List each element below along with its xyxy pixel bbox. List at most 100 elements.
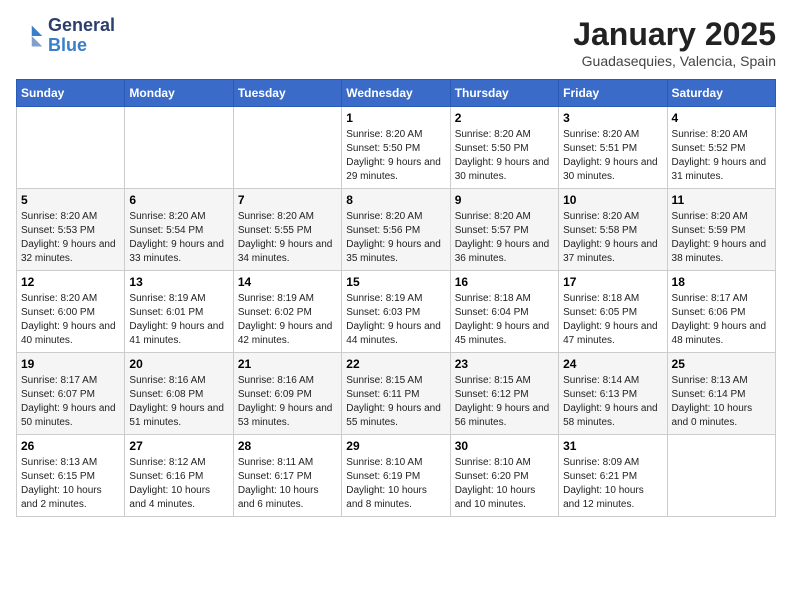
calendar-cell: 25 Sunrise: 8:13 AMSunset: 6:14 PMDayligh…: [667, 353, 775, 435]
calendar-cell: 8Sunrise: 8:20 AMSunset: 5:56 PMDaylight…: [342, 189, 450, 271]
weekday-header-monday: Monday: [125, 80, 233, 107]
day-info: Sunrise: 8:20 AMSunset: 5:51 PMDaylight:…: [563, 128, 662, 184]
day-info: Sunrise: 8:20 AMSunset: 5:57 PMDaylight:…: [455, 210, 554, 266]
day-info: Sunrise: 8:10 AMSunset: 6:20 PMDaylight:…: [455, 456, 554, 512]
day-info: Sunrise: 8:17 AMSunset: 6:06 PMDaylight:…: [672, 292, 771, 348]
calendar-cell: 15 Sunrise: 8:19 AMSunset: 6:03 PMDayligh…: [342, 271, 450, 353]
day-number: 20: [129, 357, 228, 371]
calendar-cell: 24 Sunrise: 8:14 AMSunset: 6:13 PMDayligh…: [559, 353, 667, 435]
calendar-cell: 27Sunrise: 8:12 AMSunset: 6:16 PMDayligh…: [125, 435, 233, 517]
day-number: 28: [238, 439, 337, 453]
weekday-header-wednesday: Wednesday: [342, 80, 450, 107]
calendar-cell: 13 Sunrise: 8:19 AMSunset: 6:01 PMDayligh…: [125, 271, 233, 353]
calendar-cell: [667, 435, 775, 517]
day-number: 27: [129, 439, 228, 453]
day-info: Sunrise: 8:20 AMSunset: 5:59 PMDaylight:…: [672, 210, 771, 266]
week-row-5: 26Sunrise: 8:13 AMSunset: 6:15 PMDayligh…: [17, 435, 776, 517]
day-number: 21: [238, 357, 337, 371]
weekday-header-tuesday: Tuesday: [233, 80, 341, 107]
calendar-cell: 10 Sunrise: 8:20 AMSunset: 5:58 PMDayligh…: [559, 189, 667, 271]
day-number: 7: [238, 193, 337, 207]
page-header: General Blue January 2025 Guadasequies, …: [16, 16, 776, 69]
day-number: 6: [129, 193, 228, 207]
day-info: Sunrise: 8:14 AMSunset: 6:13 PMDaylight:…: [563, 374, 662, 430]
week-row-4: 19 Sunrise: 8:17 AMSunset: 6:07 PMDayligh…: [17, 353, 776, 435]
logo-icon: [16, 22, 44, 50]
calendar-cell: 18 Sunrise: 8:17 AMSunset: 6:06 PMDayligh…: [667, 271, 775, 353]
month-title: January 2025: [573, 16, 776, 53]
day-number: 15: [346, 275, 445, 289]
day-number: 22: [346, 357, 445, 371]
day-number: 5: [21, 193, 120, 207]
day-number: 31: [563, 439, 662, 453]
weekday-header-friday: Friday: [559, 80, 667, 107]
day-number: 14: [238, 275, 337, 289]
day-info: Sunrise: 8:20 AMSunset: 5:53 PMDaylight:…: [21, 210, 120, 266]
weekday-header-row: SundayMondayTuesdayWednesdayThursdayFrid…: [17, 80, 776, 107]
day-info: Sunrise: 8:18 AMSunset: 6:04 PMDaylight:…: [455, 292, 554, 348]
calendar-cell: 28 Sunrise: 8:11 AMSunset: 6:17 PMDayligh…: [233, 435, 341, 517]
day-number: 30: [455, 439, 554, 453]
day-info: Sunrise: 8:20 AMSunset: 5:50 PMDaylight:…: [346, 128, 445, 184]
day-number: 11: [672, 193, 771, 207]
day-number: 17: [563, 275, 662, 289]
calendar-cell: 17 Sunrise: 8:18 AMSunset: 6:05 PMDayligh…: [559, 271, 667, 353]
day-number: 10: [563, 193, 662, 207]
day-number: 29: [346, 439, 445, 453]
calendar-cell: 14 Sunrise: 8:19 AMSunset: 6:02 PMDayligh…: [233, 271, 341, 353]
calendar-cell: 12Sunrise: 8:20 AMSunset: 6:00 PMDayligh…: [17, 271, 125, 353]
day-info: Sunrise: 8:19 AMSunset: 6:02 PMDaylight:…: [238, 292, 337, 348]
calendar-cell: [233, 107, 341, 189]
weekday-header-thursday: Thursday: [450, 80, 558, 107]
day-number: 23: [455, 357, 554, 371]
day-info: Sunrise: 8:17 AMSunset: 6:07 PMDaylight:…: [21, 374, 120, 430]
week-row-1: 1 Sunrise: 8:20 AMSunset: 5:50 PMDaylight…: [17, 107, 776, 189]
calendar-cell: 22Sunrise: 8:15 AMSunset: 6:11 PMDayligh…: [342, 353, 450, 435]
day-info: Sunrise: 8:20 AMSunset: 6:00 PMDaylight:…: [21, 292, 120, 348]
day-number: 19: [21, 357, 120, 371]
day-number: 26: [21, 439, 120, 453]
calendar-cell: 23 Sunrise: 8:15 AMSunset: 6:12 PMDayligh…: [450, 353, 558, 435]
day-number: 9: [455, 193, 554, 207]
day-number: 16: [455, 275, 554, 289]
day-number: 3: [563, 111, 662, 125]
calendar-cell: 20 Sunrise: 8:16 AMSunset: 6:08 PMDayligh…: [125, 353, 233, 435]
calendar-cell: 11 Sunrise: 8:20 AMSunset: 5:59 PMDayligh…: [667, 189, 775, 271]
calendar-cell: 9 Sunrise: 8:20 AMSunset: 5:57 PMDaylight…: [450, 189, 558, 271]
day-info: Sunrise: 8:19 AMSunset: 6:03 PMDaylight:…: [346, 292, 445, 348]
day-info: Sunrise: 8:20 AMSunset: 5:55 PMDaylight:…: [238, 210, 337, 266]
title-area: January 2025 Guadasequies, Valencia, Spa…: [573, 16, 776, 69]
day-info: Sunrise: 8:10 AMSunset: 6:19 PMDaylight:…: [346, 456, 445, 512]
weekday-header-sunday: Sunday: [17, 80, 125, 107]
day-info: Sunrise: 8:19 AMSunset: 6:01 PMDaylight:…: [129, 292, 228, 348]
day-number: 13: [129, 275, 228, 289]
day-info: Sunrise: 8:11 AMSunset: 6:17 PMDaylight:…: [238, 456, 337, 512]
calendar-cell: 6 Sunrise: 8:20 AMSunset: 5:54 PMDaylight…: [125, 189, 233, 271]
day-info: Sunrise: 8:13 AMSunset: 6:14 PMDaylight:…: [672, 374, 771, 430]
day-number: 24: [563, 357, 662, 371]
logo: General Blue: [16, 16, 115, 56]
day-info: Sunrise: 8:16 AMSunset: 6:08 PMDaylight:…: [129, 374, 228, 430]
day-number: 18: [672, 275, 771, 289]
calendar-cell: 3 Sunrise: 8:20 AMSunset: 5:51 PMDaylight…: [559, 107, 667, 189]
calendar-cell: 7 Sunrise: 8:20 AMSunset: 5:55 PMDaylight…: [233, 189, 341, 271]
day-info: Sunrise: 8:20 AMSunset: 5:54 PMDaylight:…: [129, 210, 228, 266]
week-row-3: 12Sunrise: 8:20 AMSunset: 6:00 PMDayligh…: [17, 271, 776, 353]
day-number: 2: [455, 111, 554, 125]
day-info: Sunrise: 8:20 AMSunset: 5:50 PMDaylight:…: [455, 128, 554, 184]
calendar-cell: 2 Sunrise: 8:20 AMSunset: 5:50 PMDaylight…: [450, 107, 558, 189]
calendar-cell: 1 Sunrise: 8:20 AMSunset: 5:50 PMDaylight…: [342, 107, 450, 189]
calendar-cell: 26Sunrise: 8:13 AMSunset: 6:15 PMDayligh…: [17, 435, 125, 517]
day-info: Sunrise: 8:20 AMSunset: 5:56 PMDaylight:…: [346, 210, 445, 266]
location-text: Guadasequies, Valencia, Spain: [573, 53, 776, 69]
day-number: 25: [672, 357, 771, 371]
calendar-cell: [17, 107, 125, 189]
calendar-cell: 31Sunrise: 8:09 AMSunset: 6:21 PMDayligh…: [559, 435, 667, 517]
day-info: Sunrise: 8:20 AMSunset: 5:58 PMDaylight:…: [563, 210, 662, 266]
day-info: Sunrise: 8:15 AMSunset: 6:12 PMDaylight:…: [455, 374, 554, 430]
calendar-cell: 4Sunrise: 8:20 AMSunset: 5:52 PMDaylight…: [667, 107, 775, 189]
day-info: Sunrise: 8:18 AMSunset: 6:05 PMDaylight:…: [563, 292, 662, 348]
day-info: Sunrise: 8:20 AMSunset: 5:52 PMDaylight:…: [672, 128, 771, 184]
calendar-cell: 16 Sunrise: 8:18 AMSunset: 6:04 PMDayligh…: [450, 271, 558, 353]
day-number: 1: [346, 111, 445, 125]
